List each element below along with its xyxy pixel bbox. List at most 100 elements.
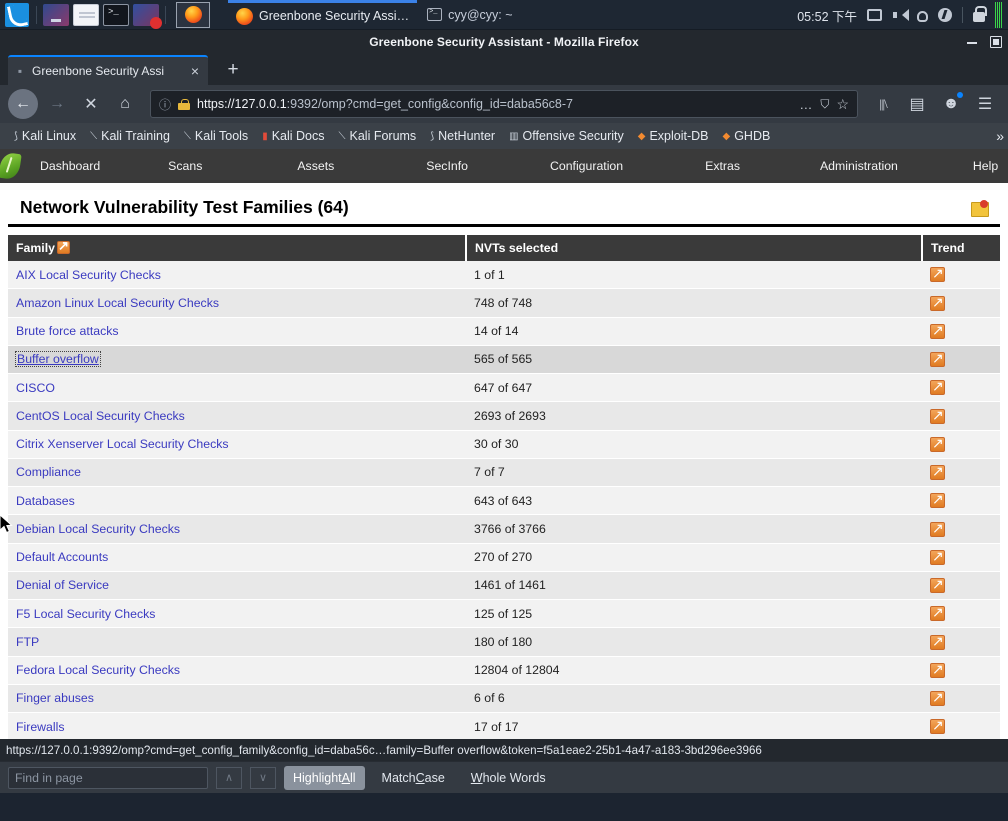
maximize-button[interactable] — [990, 35, 1002, 48]
family-link[interactable]: Compliance — [16, 465, 81, 479]
taskbar-firefox-icon[interactable] — [176, 1, 210, 28]
stop-button[interactable]: ✕ — [76, 89, 106, 119]
info-icon[interactable]: ⓘ — [159, 96, 171, 113]
table-row[interactable]: AIX Local Security Checks 1 of 1 — [8, 261, 1000, 290]
trend-up-icon[interactable] — [930, 548, 945, 565]
trend-up-icon[interactable] — [930, 378, 945, 396]
library-icon[interactable]: |||\ — [868, 89, 898, 119]
family-link[interactable]: Finger abuses — [16, 691, 94, 705]
menu-dashboard[interactable]: Dashboard — [30, 159, 110, 173]
bookmark-offensive-security[interactable]: ▥ Offensive Security — [503, 129, 630, 143]
menu-secinfo[interactable]: SecInfo — [416, 159, 478, 173]
star-icon[interactable]: ☆ — [836, 96, 849, 113]
new-folder-icon[interactable] — [971, 200, 989, 217]
taskbar-window-firefox[interactable]: Greenbone Security Assi… — [228, 0, 418, 30]
bookmark-kali-training[interactable]: ⟍ Kali Training — [84, 129, 176, 143]
find-next-button[interactable]: ∨ — [250, 766, 276, 789]
family-link[interactable]: FTP — [16, 635, 39, 649]
search-input[interactable] — [8, 766, 208, 789]
table-row[interactable]: F5 Local Security Checks 125 of 125 — [8, 599, 1000, 629]
table-row[interactable]: Firewalls 17 of 17 — [8, 712, 1000, 742]
app-menu-icon[interactable]: ☰ — [970, 89, 1000, 119]
table-row[interactable]: Compliance 7 of 7 — [8, 458, 1000, 488]
whole-words-button[interactable]: Whole Words — [462, 766, 555, 790]
family-link[interactable]: AIX Local Security Checks — [16, 268, 161, 282]
trend-up-icon[interactable] — [930, 463, 945, 480]
menu-help[interactable]: Help — [963, 159, 1008, 173]
menu-administration[interactable]: Administration — [810, 159, 908, 173]
table-row[interactable]: Denial of Service 1461 of 1461 — [8, 571, 1000, 601]
trend-up-icon[interactable] — [930, 265, 945, 283]
tab-greenbone[interactable]: ▪ Greenbone Security Assi × — [8, 55, 208, 85]
table-row[interactable]: Brute force attacks 14 of 14 — [8, 317, 1000, 346]
forward-button[interactable]: → — [42, 89, 72, 119]
family-link[interactable]: Amazon Linux Local Security Checks — [16, 296, 219, 310]
close-tab-icon[interactable]: × — [188, 63, 202, 79]
family-link[interactable]: Denial of Service — [16, 578, 109, 592]
trend-up-icon[interactable] — [930, 322, 945, 339]
bookmark-kali-tools[interactable]: ⟍ Kali Tools — [178, 129, 254, 143]
trend-up-icon[interactable] — [930, 491, 945, 509]
table-row[interactable]: Default Accounts 270 of 270 — [8, 543, 1000, 572]
trend-up-icon[interactable] — [930, 407, 945, 424]
family-link[interactable]: Fedora Local Security Checks — [16, 663, 180, 677]
menu-scans[interactable]: Scans — [158, 159, 212, 173]
table-row[interactable]: FTP 180 of 180 — [8, 627, 1000, 657]
family-link[interactable]: Debian Local Security Checks — [16, 522, 180, 536]
trend-up-icon[interactable] — [930, 435, 945, 452]
table-row[interactable]: Finger abuses 6 of 6 — [8, 684, 1000, 714]
table-row[interactable]: CISCO 647 of 647 — [8, 373, 1000, 403]
table-row[interactable]: CentOS Local Security Checks 2693 of 2693 — [8, 401, 1000, 431]
trend-up-icon[interactable] — [930, 633, 945, 650]
vm-recorder-icon[interactable] — [133, 3, 162, 29]
highlight-all-button[interactable]: Highlight All — [284, 765, 365, 790]
column-header-family[interactable]: Family — [8, 235, 467, 261]
updates-icon[interactable] — [938, 8, 952, 22]
trend-up-icon[interactable] — [930, 520, 945, 537]
lock-icon[interactable] — [973, 6, 987, 22]
family-link[interactable]: F5 Local Security Checks — [16, 607, 155, 621]
family-link[interactable]: CentOS Local Security Checks — [16, 409, 185, 423]
new-tab-button[interactable]: + — [222, 59, 244, 81]
column-header-trend[interactable]: Trend — [922, 235, 1000, 261]
account-icon[interactable]: ☻ — [936, 89, 966, 119]
address-bar[interactable]: ⓘ https://127.0.0.1:9392/omp?cmd=get_con… — [150, 90, 858, 118]
bookmark-kali-docs[interactable]: ▮ Kali Docs — [256, 129, 330, 143]
taskbar-clock[interactable]: 05:52 下午 — [797, 6, 857, 25]
family-link[interactable]: Firewalls — [16, 720, 65, 734]
bookmarks-overflow-icon[interactable]: » — [996, 128, 1004, 144]
volume-icon[interactable] — [892, 8, 909, 23]
taskbar-window-terminal[interactable]: cyy@cyy: ~ — [427, 8, 513, 22]
sort-arrow-icon[interactable] — [56, 238, 70, 254]
menu-assets[interactable]: Assets — [287, 159, 344, 173]
find-previous-button[interactable]: ∧ — [216, 766, 242, 789]
table-row[interactable]: Amazon Linux Local Security Checks 748 of… — [8, 288, 1000, 318]
family-link[interactable]: Brute force attacks — [16, 324, 119, 338]
family-link[interactable]: Databases — [16, 494, 75, 508]
reader-view-icon[interactable]: ⛉ — [820, 97, 829, 112]
page-actions-icon[interactable]: … — [799, 97, 813, 112]
trend-up-icon[interactable] — [930, 576, 945, 593]
menu-configuration[interactable]: Configuration — [540, 159, 633, 173]
back-button[interactable]: ← — [8, 89, 38, 119]
family-link-focused[interactable]: Buffer overflow — [15, 351, 101, 368]
family-link[interactable]: Default Accounts — [16, 550, 108, 564]
family-link[interactable]: Citrix Xenserver Local Security Checks — [16, 437, 229, 451]
bookmark-kali-forums[interactable]: ⟍ Kali Forums — [333, 129, 423, 143]
bookmark-kali-linux[interactable]: ⟆ Kali Linux — [8, 129, 82, 143]
table-row[interactable]: Fedora Local Security Checks 12804 of 128… — [8, 656, 1000, 685]
kali-menu-icon[interactable] — [2, 2, 32, 28]
sidebar-icon[interactable]: ▤ — [902, 89, 932, 119]
home-button[interactable]: ⌂ — [110, 89, 140, 119]
insecure-lock-warning-icon[interactable] — [178, 98, 191, 110]
trend-up-icon[interactable] — [930, 350, 945, 367]
match-case-button[interactable]: Match Case — [373, 766, 454, 790]
folder-icon[interactable] — [73, 3, 99, 26]
trend-up-icon[interactable] — [930, 604, 945, 622]
notification-bell-icon[interactable] — [917, 10, 928, 22]
files-icon[interactable] — [43, 3, 69, 26]
display-icon[interactable] — [867, 9, 882, 21]
menu-extras[interactable]: Extras — [695, 159, 750, 173]
trend-up-icon[interactable] — [930, 717, 945, 735]
terminal-icon[interactable] — [103, 3, 129, 26]
